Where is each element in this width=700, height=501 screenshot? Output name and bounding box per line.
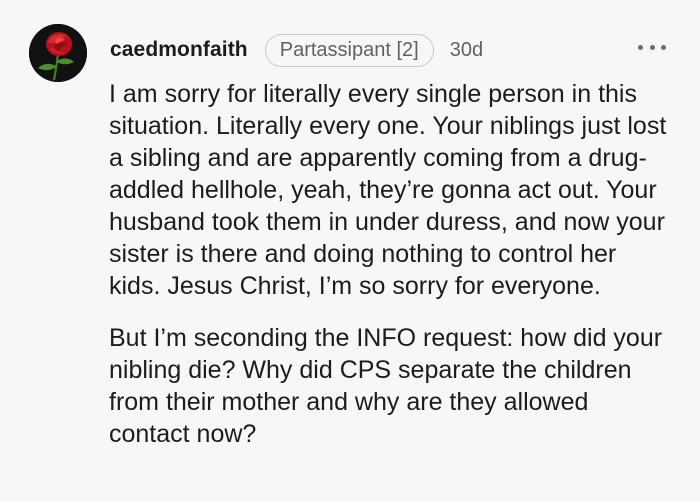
rose-avatar-icon bbox=[29, 24, 87, 82]
comment: caedmonfaith Partassipant [2] 30d I am s… bbox=[0, 0, 700, 501]
user-flair-badge: Partassipant [2] bbox=[264, 33, 434, 67]
comment-timestamp: 30d bbox=[449, 38, 484, 61]
user-avatar[interactable] bbox=[29, 24, 87, 82]
comment-paragraph: I am sorry for literally every single pe… bbox=[109, 80, 667, 300]
username-link[interactable]: caedmonfaith bbox=[110, 38, 248, 62]
comment-header: caedmonfaith Partassipant [2] 30d bbox=[110, 32, 483, 68]
more-dot bbox=[638, 44, 643, 50]
more-dot bbox=[661, 44, 666, 50]
more-options-icon[interactable] bbox=[638, 39, 666, 55]
comment-body: I am sorry for literally every single pe… bbox=[109, 78, 669, 470]
comment-paragraph: But I’m seconding the INFO request: how … bbox=[109, 324, 663, 448]
more-dot bbox=[649, 44, 655, 50]
